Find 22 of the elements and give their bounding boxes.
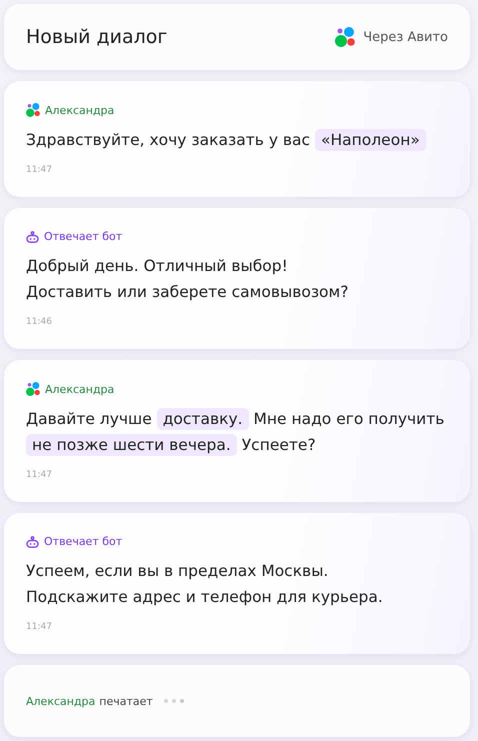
message-time: 11:47 [26, 622, 53, 632]
message-time: 11:47 [26, 470, 53, 480]
typing-dots-icon [162, 698, 185, 704]
message-text: Успеем, если вы в пределах Москвы. Подскажите адрес и телефон для курьера. [26, 561, 384, 608]
channel-label: Через Авито [363, 30, 448, 44]
colored-dots-icon [26, 103, 40, 117]
message-text: Добрый день. Отличный выбор! Доставить или заберете самовывозом? [26, 256, 350, 303]
typing-name: Александра [26, 694, 96, 708]
colored-dots-icon [26, 382, 40, 396]
robot-icon [26, 230, 39, 242]
typing-status: печатает [99, 694, 153, 708]
sender-name: Отвечает бот [44, 230, 122, 243]
message-text: Здравствуйте, хочу заказать у вас «Наполеон» [26, 127, 448, 153]
message-text: Давайте лучше доставку. Мне надо его получить не позже шести вечера. Успеете? [26, 407, 446, 458]
sender-name: Александра [45, 104, 114, 116]
colored-dots-icon [335, 27, 356, 47]
message-time: 11:47 [26, 165, 53, 175]
sender-name: Отвечает бот [44, 535, 122, 548]
dialog-title: Новый диалог [26, 26, 168, 48]
message-time: 11:46 [26, 317, 53, 327]
robot-icon [26, 536, 39, 548]
sender-name: Александра [45, 382, 114, 396]
